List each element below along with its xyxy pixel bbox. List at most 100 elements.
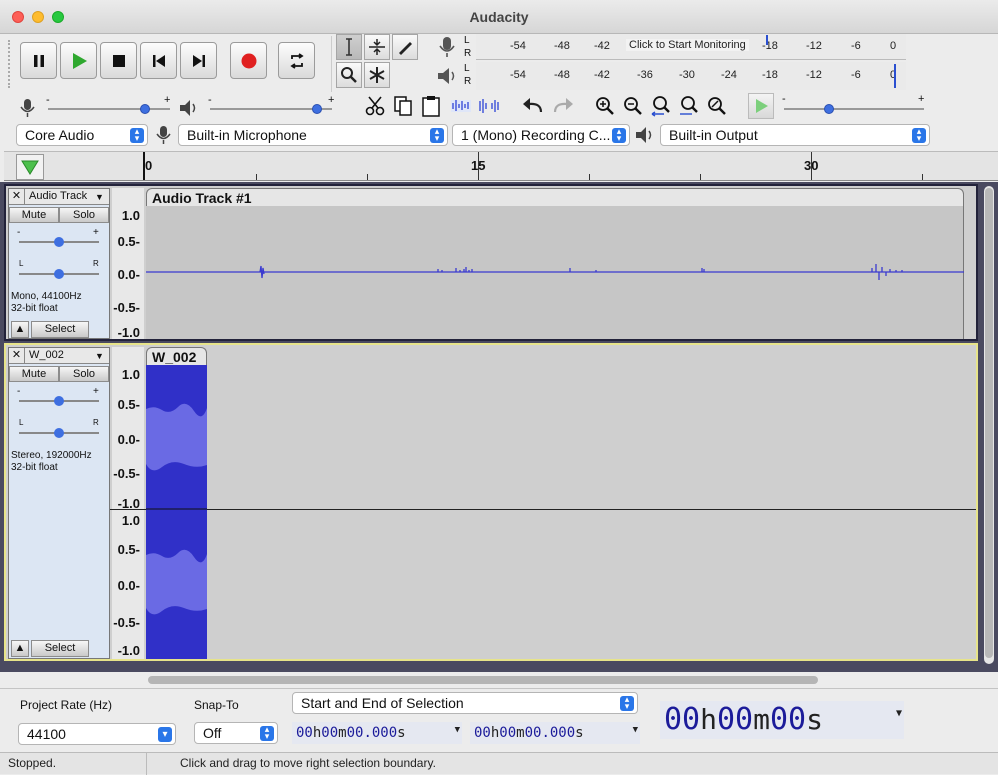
close-track-icon[interactable]: ✕ — [9, 189, 25, 204]
zoom-toggle-button[interactable] — [704, 93, 730, 119]
tick-label: -6 — [851, 69, 861, 81]
mute-button[interactable]: Mute — [9, 207, 59, 223]
paste-button[interactable] — [418, 93, 444, 119]
play-speed-thumb[interactable] — [824, 104, 834, 114]
solo-button[interactable]: Solo — [59, 207, 109, 223]
fit-project-button[interactable] — [676, 93, 702, 119]
mixer-toolbar: - + - + — [4, 94, 334, 122]
selection-tool-button[interactable] — [336, 34, 362, 60]
copy-button[interactable] — [390, 93, 416, 119]
audio-host-select[interactable]: Core Audio ▴ ▾ — [16, 124, 148, 146]
scale-label: -1.0 — [117, 643, 140, 658]
waveform-clip[interactable] — [146, 365, 207, 659]
track-name[interactable]: Audio Track — [29, 190, 87, 202]
timeline-ruler[interactable]: 0 15 30 — [4, 151, 998, 181]
audio-position-time[interactable]: 00h00m00s ▼ — [660, 701, 904, 739]
playback-volume-thumb[interactable] — [312, 104, 322, 114]
vertical-scroll-thumb[interactable] — [985, 188, 993, 658]
record-meter[interactable]: -54 -48 -42 Click to Start Monitoring -1… — [476, 34, 906, 60]
trim-button[interactable] — [448, 93, 474, 119]
fit-selection-button[interactable] — [648, 93, 674, 119]
recording-volume-thumb[interactable] — [140, 104, 150, 114]
horizontal-scroll-thumb[interactable] — [148, 676, 818, 684]
pause-button[interactable] — [20, 42, 57, 79]
scale-label: 0.0- — [117, 267, 140, 282]
play-at-speed-button[interactable] — [748, 93, 774, 119]
record-button[interactable] — [230, 42, 267, 79]
vertical-ruler[interactable]: 1.0 0.5- 0.0- -0.5- -1.0 — [112, 188, 144, 340]
undo-toolbar — [520, 93, 580, 121]
solo-button[interactable]: Solo — [59, 366, 109, 382]
status-bar: Stopped. Click and drag to move right se… — [0, 752, 998, 775]
silence-button[interactable] — [476, 93, 502, 119]
snap-to-value: Off — [203, 725, 222, 741]
zoom-tool-button[interactable] — [336, 62, 362, 88]
mute-button[interactable]: Mute — [9, 366, 59, 382]
time-format-arrow-icon[interactable]: ▼ — [896, 695, 902, 733]
recording-channels-select[interactable]: 1 (Mono) Recording C... ▴ ▾ — [452, 124, 630, 146]
play-speed-slider[interactable] — [784, 108, 924, 110]
horizontal-scrollbar[interactable] — [0, 672, 998, 688]
pan-slider-thumb[interactable] — [54, 428, 64, 438]
triangle-down-icon — [21, 160, 39, 175]
gain-slider-thumb[interactable] — [54, 237, 64, 247]
collapse-track-icon[interactable]: ▲ — [11, 640, 29, 657]
redo-button[interactable] — [550, 93, 576, 119]
microphone-icon — [156, 126, 171, 144]
select-track-button[interactable]: Select — [31, 640, 89, 657]
playback-meter-button[interactable] — [434, 63, 460, 89]
timeline-options-button[interactable] — [16, 154, 44, 180]
selection-end-time[interactable]: 00h00m00.000s ▼ — [470, 722, 640, 744]
playback-meter[interactable]: -54 -48 -42 -36 -30 -24 -18 -12 -6 0 — [476, 62, 906, 90]
vertical-ruler[interactable]: 1.0 0.5- 0.0- -0.5- -1.0 1.0 0.5- 0.0- -… — [112, 347, 144, 659]
track-name[interactable]: W_002 — [29, 349, 64, 361]
record-icon — [241, 53, 256, 68]
collapse-track-icon[interactable]: ▲ — [11, 321, 29, 338]
minutes-value: 00 — [499, 725, 517, 741]
skip-to-end-button[interactable] — [180, 42, 217, 79]
undo-button[interactable] — [520, 93, 546, 119]
waveform — [146, 403, 207, 615]
recording-channels-value: 1 (Mono) Recording C... — [461, 127, 611, 143]
project-rate-combo[interactable]: 44100 ▾ — [18, 723, 176, 745]
pan-slider-thumb[interactable] — [54, 269, 64, 279]
tick-label: -18 — [762, 40, 778, 52]
recording-device-select[interactable]: Built-in Microphone ▴ ▾ — [178, 124, 448, 146]
seconds-unit: s — [397, 725, 406, 741]
gain-slider-thumb[interactable] — [54, 396, 64, 406]
monitor-prompt[interactable]: Click to Start Monitoring — [626, 39, 749, 51]
play-button[interactable] — [60, 42, 97, 79]
selection-start-time[interactable]: 00h00m00.000s ▼ — [292, 722, 462, 744]
cut-button[interactable] — [362, 93, 388, 119]
stop-button[interactable] — [100, 42, 137, 79]
track-menu-arrow-icon[interactable]: ▼ — [95, 351, 104, 361]
select-track-button[interactable]: Select — [31, 321, 89, 338]
vertical-scrollbar[interactable] — [984, 186, 994, 664]
track-menu-arrow-icon[interactable]: ▼ — [95, 192, 104, 202]
multi-tool-button[interactable] — [364, 62, 390, 88]
snap-to-select[interactable]: Off ▴ ▾ — [194, 722, 278, 744]
draw-tool-button[interactable] — [392, 34, 418, 60]
trim-audio-icon — [451, 100, 471, 112]
tick-label: -42 — [594, 69, 610, 81]
recording-volume-slider[interactable] — [48, 108, 170, 110]
waveform-clip[interactable] — [146, 206, 964, 339]
playback-device-select[interactable]: Built-in Output ▴ ▾ — [660, 124, 930, 146]
track-info-depth: 32-bit float — [11, 462, 58, 473]
hours-value: 00 — [664, 702, 701, 737]
time-format-arrow-icon[interactable]: ▼ — [633, 719, 638, 741]
close-track-icon[interactable]: ✕ — [9, 348, 25, 363]
edit-toolbar — [362, 93, 512, 121]
tick-label: -30 — [679, 69, 695, 81]
scale-label: 1.0 — [121, 513, 140, 528]
loop-button[interactable] — [278, 42, 315, 79]
zoom-in-button[interactable] — [592, 93, 618, 119]
clip-name-bar[interactable]: W_002 — [146, 347, 207, 365]
record-meter-button[interactable] — [434, 34, 460, 60]
time-format-arrow-icon[interactable]: ▼ — [455, 719, 460, 741]
envelope-tool-button[interactable] — [364, 34, 390, 60]
skip-to-start-button[interactable] — [140, 42, 177, 79]
zoom-out-button[interactable] — [620, 93, 646, 119]
clip-name-bar[interactable]: Audio Track #1 — [146, 188, 964, 206]
selection-mode-select[interactable]: Start and End of Selection ▴ ▾ — [292, 692, 638, 714]
